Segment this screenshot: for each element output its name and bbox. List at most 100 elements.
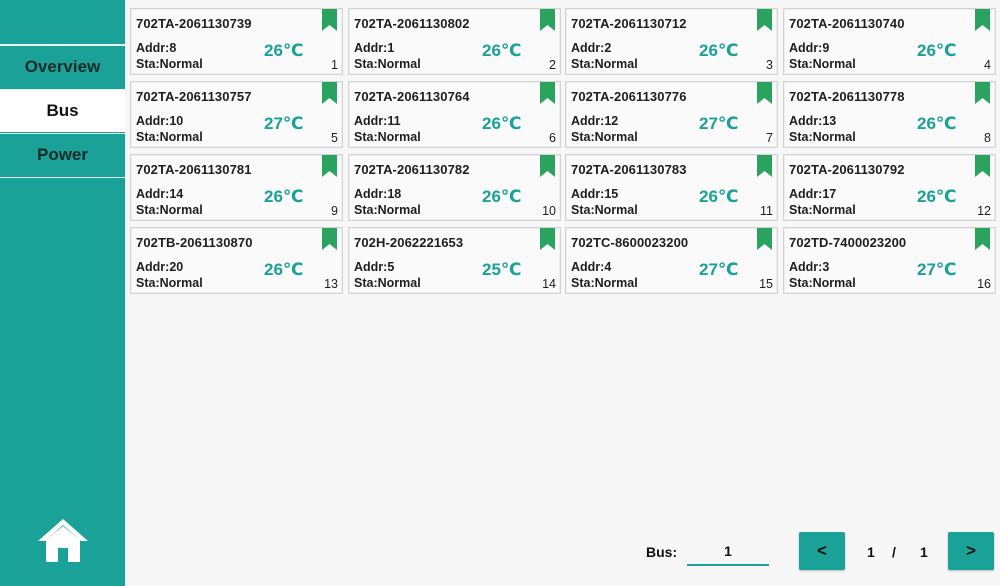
device-temperature: 26℃ <box>917 114 957 133</box>
device-temperature: 26℃ <box>264 187 304 206</box>
device-card[interactable]: 702TA-2061130802 Addr:1 Sta:Normal 26℃ 2 <box>348 8 561 75</box>
device-status: Sta:Normal <box>136 57 203 71</box>
device-id: 702H-2062221653 <box>354 235 464 250</box>
device-status: Sta:Normal <box>136 130 203 144</box>
device-index: 6 <box>549 131 556 145</box>
bookmark-icon <box>322 9 337 31</box>
device-card[interactable]: 702TA-2061130778 Addr:13 Sta:Normal 26℃ 8 <box>783 81 996 148</box>
device-card[interactable]: 702TA-2061130764 Addr:11 Sta:Normal 26℃ 6 <box>348 81 561 148</box>
current-page: 1 <box>867 544 875 560</box>
device-temperature: 26℃ <box>917 187 957 206</box>
device-temperature: 26℃ <box>699 41 739 60</box>
next-page-button[interactable]: > <box>948 532 994 570</box>
device-status: Sta:Normal <box>354 203 421 217</box>
device-address: Addr:1 <box>354 41 395 55</box>
total-pages: 1 <box>920 544 928 560</box>
device-address: Addr:10 <box>136 114 184 128</box>
device-temperature: 27℃ <box>699 114 739 133</box>
device-id: 702TA-2061130739 <box>136 16 252 31</box>
device-index: 4 <box>984 58 991 72</box>
device-index: 10 <box>542 204 556 218</box>
device-id: 702TB-2061130870 <box>136 235 253 250</box>
device-status: Sta:Normal <box>354 130 421 144</box>
device-temperature: 27℃ <box>699 260 739 279</box>
prev-page-button[interactable]: < <box>799 532 845 570</box>
device-index: 16 <box>977 277 991 291</box>
bookmark-icon <box>975 9 990 31</box>
device-address: Addr:8 <box>136 41 177 55</box>
device-index: 11 <box>760 204 773 218</box>
device-index: 3 <box>766 58 773 72</box>
home-icon <box>38 519 88 562</box>
device-address: Addr:15 <box>571 187 619 201</box>
bookmark-icon <box>322 82 337 104</box>
device-card[interactable]: 702TA-2061130781 Addr:14 Sta:Normal 26℃ 9 <box>130 154 343 221</box>
device-card[interactable]: 702H-2062221653 Addr:5 Sta:Normal 25℃ 14 <box>348 227 561 294</box>
device-temperature: 26℃ <box>482 41 522 60</box>
device-address: Addr:5 <box>354 260 395 274</box>
device-id: 702TA-2061130778 <box>789 89 905 104</box>
device-status: Sta:Normal <box>136 203 203 217</box>
device-card[interactable]: 702TA-2061130792 Addr:17 Sta:Normal 26℃ 12 <box>783 154 996 221</box>
device-card[interactable]: 702TA-2061130740 Addr:9 Sta:Normal 26℃ 4 <box>783 8 996 75</box>
sidebar-item-power[interactable]: Power <box>0 133 125 176</box>
device-card[interactable]: 702TA-2061130782 Addr:18 Sta:Normal 26℃ 10 <box>348 154 561 221</box>
device-temperature: 26℃ <box>264 260 304 279</box>
bus-label: Bus: <box>646 544 678 560</box>
device-index: 13 <box>324 277 338 291</box>
sidebar-item-overview[interactable]: Overview <box>0 45 125 88</box>
next-page-label: > <box>966 541 976 560</box>
device-id: 702TA-2061130740 <box>789 16 905 31</box>
device-address: Addr:2 <box>571 41 612 55</box>
device-card[interactable]: 702TA-2061130757 Addr:10 Sta:Normal 27℃ 5 <box>130 81 343 148</box>
device-temperature: 26℃ <box>482 187 522 206</box>
bus-input[interactable] <box>687 538 769 566</box>
device-address: Addr:3 <box>789 260 830 274</box>
device-index: 7 <box>766 131 773 145</box>
device-id: 702TA-2061130757 <box>136 89 252 104</box>
sidebar-item-bus[interactable]: Bus <box>0 89 125 132</box>
bookmark-icon <box>540 9 555 31</box>
device-card[interactable]: 702TB-2061130870 Addr:20 Sta:Normal 26℃ 13 <box>130 227 343 294</box>
device-status: Sta:Normal <box>571 203 638 217</box>
bookmark-icon <box>975 82 990 104</box>
prev-page-label: < <box>817 541 827 560</box>
device-card[interactable]: 702TA-2061130783 Addr:15 Sta:Normal 26℃ 11 <box>565 154 778 221</box>
bookmark-icon <box>540 82 555 104</box>
device-index: 9 <box>331 204 338 218</box>
device-id: 702TD-7400023200 <box>789 235 907 250</box>
sidebar-item-label: Power <box>36 145 89 164</box>
device-address: Addr:18 <box>354 187 402 201</box>
device-temperature: 27℃ <box>264 114 304 133</box>
device-id: 702TA-2061130776 <box>571 89 687 104</box>
sidebar-divider <box>0 177 125 178</box>
device-index: 5 <box>331 131 338 145</box>
device-address: Addr:17 <box>789 187 837 201</box>
device-temperature: 26℃ <box>917 41 957 60</box>
device-card[interactable]: 702TD-7400023200 Addr:3 Sta:Normal 27℃ 16 <box>783 227 996 294</box>
device-id: 702TA-2061130792 <box>789 162 905 177</box>
device-temperature: 26℃ <box>699 187 739 206</box>
main-panel: 702TA-2061130739 Addr:8 Sta:Normal 26℃ 1 702T… <box>125 0 1000 586</box>
bookmark-icon <box>540 228 555 250</box>
page-separator: / <box>892 544 896 560</box>
device-status: Sta:Normal <box>136 276 203 290</box>
device-index: 14 <box>542 277 556 291</box>
home-button[interactable] <box>37 517 89 563</box>
bookmark-icon <box>540 155 555 177</box>
bookmark-icon <box>757 82 772 104</box>
device-index: 8 <box>984 131 991 145</box>
bookmark-icon <box>322 155 337 177</box>
device-index: 15 <box>759 277 773 291</box>
device-id: 702TA-2061130783 <box>571 162 687 177</box>
sidebar-item-label: Bus <box>46 101 79 120</box>
device-id: 702TA-2061130712 <box>571 16 687 31</box>
device-card[interactable]: 702TA-2061130776 Addr:12 Sta:Normal 27℃ 7 <box>565 81 778 148</box>
device-card[interactable]: 702TC-8600023200 Addr:4 Sta:Normal 27℃ 15 <box>565 227 778 294</box>
device-status: Sta:Normal <box>789 57 856 71</box>
device-temperature: 26℃ <box>264 41 304 60</box>
device-card[interactable]: 702TA-2061130712 Addr:2 Sta:Normal 26℃ 3 <box>565 8 778 75</box>
device-address: Addr:12 <box>571 114 619 128</box>
bookmark-icon <box>757 155 772 177</box>
device-card[interactable]: 702TA-2061130739 Addr:8 Sta:Normal 26℃ 1 <box>130 8 343 75</box>
